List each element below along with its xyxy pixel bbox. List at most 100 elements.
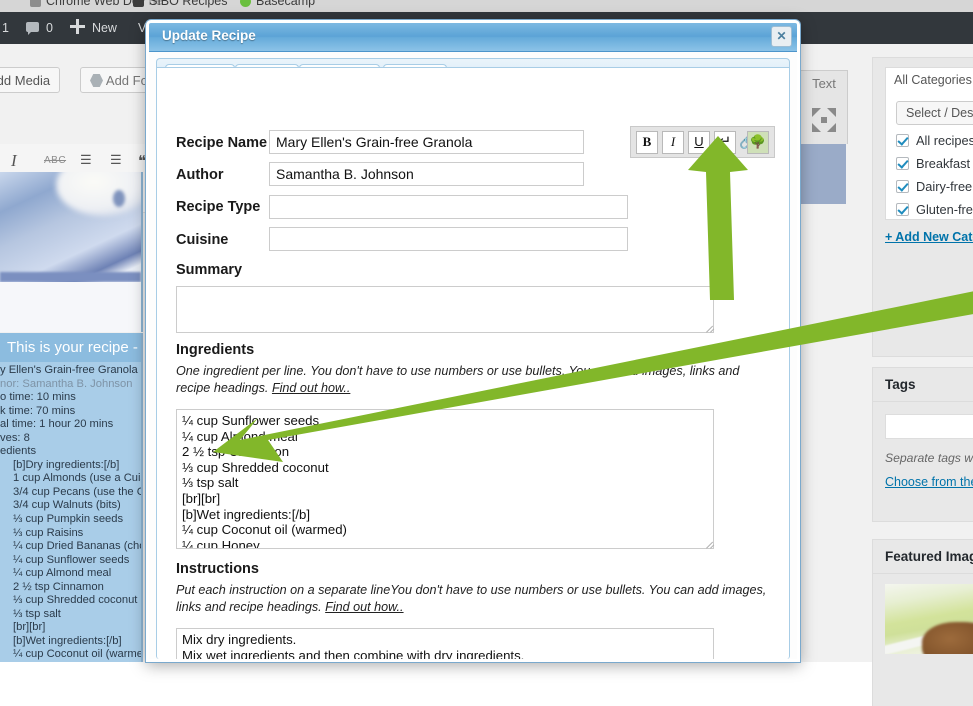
recipe-preview-line: ¼ cup Coconut oil (warmed) [13,648,141,661]
featured-image-metabox: Featured Imag [872,539,973,706]
tags-hint: Separate tags wit [885,451,973,465]
recipe-preview-header: This is your recipe - cli [0,333,141,362]
line-break-button[interactable]: ↵ [714,131,736,154]
recipe-preview-line: [b]Wet ingredients:[/b] [13,634,122,647]
add-form-button[interactable]: Add Fo [80,67,152,93]
recipe-preview-line: ⅓ cup Raisins [13,526,84,539]
tags-title: Tags [873,368,973,402]
tab-all-categories[interactable]: All Categories [885,67,973,93]
unordered-list-icon[interactable]: ☰ [80,152,92,168]
recipe-preview-line: ¼ cup Dried Bananas (chop th [13,540,141,553]
textarea-line: ¼ cup Almond meal [182,428,298,444]
recipe-type-label: Recipe Type [176,199,261,215]
expand-arrows-icon [812,108,836,132]
recipe-preview-line: ¼ cup Sunflower seeds [13,553,130,566]
choose-from-most-used-link[interactable]: Choose from the [885,475,973,489]
author-label: Author [176,167,224,183]
admin-bar-count: 1 [2,21,9,35]
textarea-line: ⅓ tsp salt [182,475,239,491]
category-list: All recipes Breakfast Dairy-free Gluten-fre… [896,133,973,219]
category-checkbox[interactable] [896,180,909,193]
favicon-icon [240,0,251,7]
tab-text-editor[interactable]: Text [800,70,848,97]
favicon-icon [30,0,41,7]
instructions-label: Instructions [176,561,259,577]
recipe-preview-line: o time: 10 mins [0,391,76,404]
instructions-textarea[interactable]: Mix dry ingredients. Mix wet ingredients … [176,628,714,662]
tags-input[interactable] [885,414,973,439]
add-media-button[interactable]: Add Media [0,67,60,93]
textarea-line: ¼ cup Sunflower seeds [182,413,320,428]
dialog-titlebar: Update Recipe ✕ [149,23,797,52]
cuisine-input[interactable] [269,227,628,251]
ingredients-resize-handle[interactable] [706,540,715,549]
background-photo [0,172,143,332]
new-content-menu[interactable]: New [70,12,117,44]
browser-tab-label: SIBO Recipes [149,0,228,8]
underline-button[interactable]: U [688,131,710,154]
category-checkbox[interactable] [896,203,909,216]
author-input[interactable]: Samantha B. Johnson [269,162,584,186]
strikethrough-icon[interactable]: ABC [44,155,66,166]
blockquote-icon[interactable]: ❝ [138,152,146,170]
category-row[interactable]: All recipes [896,133,973,148]
photo-layer [0,282,141,332]
expand-editor-button[interactable] [800,96,848,144]
add-new-category-link[interactable]: + Add New Cate [885,230,973,244]
textarea-line: Mix wet ingredients and then combine wit… [182,647,525,662]
category-label: Gluten-fre [916,202,973,217]
italic-icon[interactable]: I [11,151,17,171]
new-label: New [91,21,117,35]
category-label: Breakfast [916,156,971,171]
recipe-name-label: Recipe Name [176,135,268,151]
instructions-help-line2: and recipe headings. [204,599,322,614]
bold-button[interactable]: B [636,131,658,154]
category-checkbox[interactable] [896,134,909,147]
ingredients-help-link[interactable]: Find out how.. [272,381,350,395]
category-row[interactable]: Dairy-free [896,179,973,194]
textarea-line: ¼ cup Honey [182,537,260,549]
recipe-name-input[interactable]: Mary Ellen's Grain-free Granola [269,130,584,154]
category-row[interactable]: Gluten-fre [896,202,973,217]
featured-image-thumbnail[interactable] [885,584,973,654]
close-icon[interactable]: ✕ [771,26,792,47]
recipe-preview-line: 3/4 cup Walnuts (bits) [13,499,121,512]
category-checkbox[interactable] [896,157,909,170]
ingredients-textarea[interactable]: ¼ cup Sunflower seeds ¼ cup Almond meal 2 … [176,409,714,549]
textarea-line: [br][br] [182,490,221,506]
recipe-preview-line: [b]Dry ingredients:[/b] [13,458,120,471]
browser-tab-label: Basecamp [256,0,316,8]
photo-layer [113,190,125,207]
dialog-title: Update Recipe [162,28,256,43]
instructions-help-link[interactable]: Find out how.. [325,600,403,614]
ingredients-help-line2: headings. [213,380,269,395]
cuisine-label: Cuisine [176,232,229,248]
featured-image-title: Featured Imag [873,540,973,574]
insert-image-button[interactable]: 🌳 [747,131,769,154]
recipe-preview-line: 3/4 cup Pecans (use the Cuisin [13,485,141,498]
recipe-preview-line: ¼ cup Almond meal [13,567,112,580]
textarea-line: 2 ½ tsp Cinnamon [182,444,290,460]
browser-tab-1[interactable]: SIBO Recipes [133,0,228,12]
browser-tab-label: Chrome Web Dev [46,0,146,8]
ingredients-help: One ingredient per line. You don't have … [176,363,766,396]
category-row[interactable]: Breakfast [896,156,973,171]
summary-resize-handle[interactable] [706,324,715,333]
editor-scroll-area [800,144,846,204]
comments-menu[interactable]: 0 [26,12,53,44]
recipe-type-input[interactable] [269,195,628,219]
recipe-preview-line: ⅓ tsp salt [13,607,61,620]
ordered-list-icon[interactable]: ☰ [110,152,122,168]
summary-label: Summary [176,262,243,278]
tags-metabox: Tags Separate tags wit Choose from the [872,367,973,522]
italic-button[interactable]: I [662,131,684,154]
recipe-preview-panel[interactable]: This is your recipe - cli y Ellen's Grai… [0,333,143,662]
recipe-preview-line: edients [0,445,37,458]
recipe-preview-line: nor: Samantha B. Johnson [0,377,133,390]
recipe-preview-line: [br][br] [13,621,46,634]
summary-textarea[interactable] [176,286,714,333]
browser-tab-2[interactable]: Basecamp [240,0,315,12]
select-deselect-button[interactable]: Select / Dese [896,101,973,125]
recipe-preview-line: 1 cup Almonds (use a Cuisinar [13,472,141,485]
plus-icon [70,19,85,34]
